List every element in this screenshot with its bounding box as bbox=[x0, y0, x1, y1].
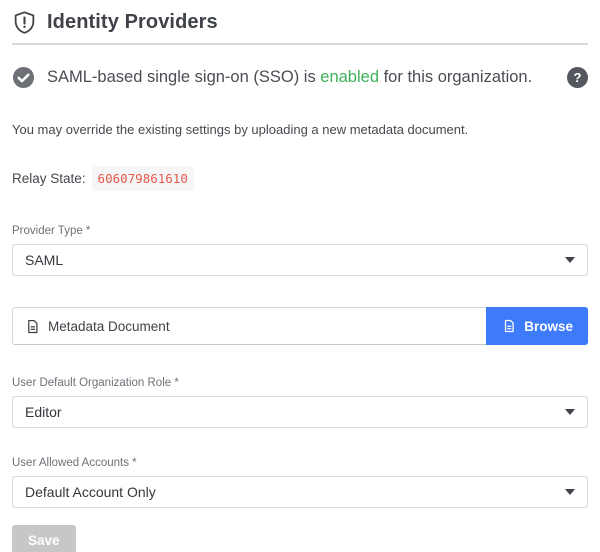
save-button[interactable]: Save bbox=[12, 525, 76, 552]
sso-status-text: SAML-based single sign-on (SSO) is enabl… bbox=[47, 68, 532, 87]
relay-state-value: 606079861610 bbox=[92, 166, 194, 191]
allowed-accounts-select[interactable]: Default Account Only bbox=[12, 476, 588, 508]
shield-exclamation-icon bbox=[12, 10, 37, 35]
metadata-document-field: Metadata Document bbox=[13, 319, 182, 334]
page-title: Identity Providers bbox=[47, 11, 218, 34]
provider-type-group: Provider Type * SAML bbox=[12, 225, 588, 276]
status-text-before: SAML-based single sign-on (SSO) is bbox=[47, 68, 320, 86]
metadata-document-placeholder: Metadata Document bbox=[48, 319, 170, 334]
org-role-value: Editor bbox=[25, 404, 62, 420]
status-text-after: for this organization. bbox=[379, 68, 532, 86]
identity-providers-page: Identity Providers SAML-based single sig… bbox=[0, 0, 600, 552]
provider-type-select[interactable]: SAML bbox=[12, 244, 588, 276]
chevron-down-icon bbox=[565, 257, 575, 263]
override-description: You may override the existing settings b… bbox=[12, 122, 588, 137]
page-header: Identity Providers bbox=[12, 0, 588, 35]
header-divider bbox=[12, 43, 588, 45]
allowed-accounts-value: Default Account Only bbox=[25, 484, 156, 500]
provider-type-value: SAML bbox=[25, 252, 63, 268]
allowed-accounts-group: User Allowed Accounts * Default Account … bbox=[12, 457, 588, 508]
help-icon[interactable]: ? bbox=[567, 67, 588, 88]
chevron-down-icon bbox=[565, 489, 575, 495]
status-enabled-highlight: enabled bbox=[320, 68, 379, 86]
sso-status-row: SAML-based single sign-on (SSO) is enabl… bbox=[12, 66, 588, 89]
document-icon bbox=[25, 319, 40, 334]
relay-state-label: Relay State: bbox=[12, 171, 86, 186]
metadata-document-upload[interactable]: Metadata Document Browse bbox=[12, 307, 588, 345]
provider-type-label: Provider Type * bbox=[12, 225, 588, 237]
browse-document-icon bbox=[501, 319, 516, 334]
org-role-group: User Default Organization Role * Editor bbox=[12, 377, 588, 428]
org-role-select[interactable]: Editor bbox=[12, 396, 588, 428]
browse-button-label: Browse bbox=[524, 319, 573, 334]
org-role-label: User Default Organization Role * bbox=[12, 377, 588, 389]
allowed-accounts-label: User Allowed Accounts * bbox=[12, 457, 588, 469]
browse-button[interactable]: Browse bbox=[486, 307, 588, 345]
chevron-down-icon bbox=[565, 409, 575, 415]
check-circle-icon bbox=[12, 66, 35, 89]
relay-state-row: Relay State: 606079861610 bbox=[12, 166, 588, 191]
